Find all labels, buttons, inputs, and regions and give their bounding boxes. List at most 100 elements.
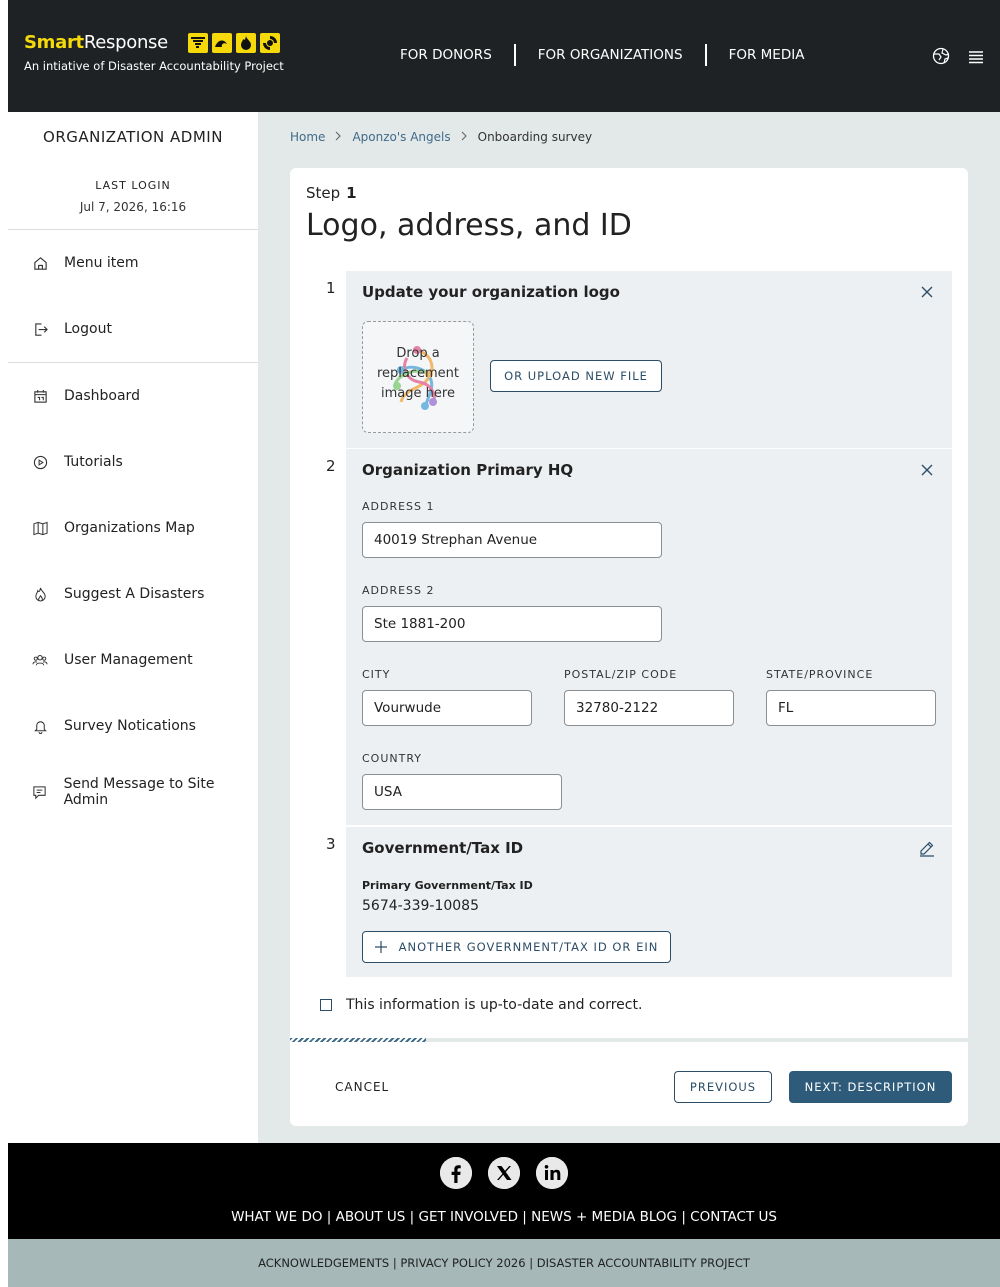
logout-icon <box>32 321 48 337</box>
hamburger-menu-icon[interactable] <box>968 49 984 68</box>
sidebar-item-label: Menu item <box>64 255 139 271</box>
footer-link-news-media-blog[interactable]: NEWS + MEDIA BLOG <box>531 1209 677 1225</box>
sidebar-item-label: Dashboard <box>64 388 140 404</box>
users-icon <box>32 652 48 668</box>
breadcrumb-organization[interactable]: Aponzo's Angels <box>352 130 450 144</box>
pencil-edit-icon[interactable] <box>918 839 936 857</box>
nav-for-media[interactable]: FOR MEDIA <box>729 47 805 63</box>
upload-file-button[interactable]: OR UPLOAD NEW FILE <box>490 360 662 392</box>
wave-icon <box>211 32 232 53</box>
last-login-label: LAST LOGIN <box>95 179 171 192</box>
sub-footer-link-dap[interactable]: DISASTER ACCOUNTABILITY PROJECT <box>537 1256 750 1270</box>
section-number: 2 <box>326 457 336 475</box>
primary-tax-id-label: Primary Government/Tax ID <box>362 879 533 892</box>
footer-link-about-us[interactable]: ABOUT US <box>336 1209 406 1225</box>
site-footer: WHAT WE DO | ABOUT US | GET INVOLVED | N… <box>8 1143 1000 1239</box>
section-tax-id: Government/Tax ID Primary Government/Tax… <box>346 827 952 977</box>
sidebar-item-organizations-map[interactable]: Organizations Map <box>8 495 258 561</box>
facebook-icon[interactable] <box>440 1157 472 1189</box>
logo-dropzone[interactable]: Drop a replacement image here <box>362 321 474 433</box>
brand-logo[interactable]: SmartResponse <box>24 32 168 53</box>
sidebar-item-dashboard[interactable]: Dashboard <box>8 363 258 429</box>
address1-label: ADDRESS 1 <box>362 500 435 513</box>
section-title: Update your organization logo <box>362 283 620 301</box>
nav-for-organizations[interactable]: FOR ORGANIZATIONS <box>538 47 683 63</box>
sidebar-item-label: Organizations Map <box>64 520 195 536</box>
sidebar-item-send-message[interactable]: Send Message to Site Admin <box>8 759 258 825</box>
tornado-icon <box>187 32 208 53</box>
sidebar-item-label: Tutorials <box>64 454 123 470</box>
header-actions <box>932 47 984 69</box>
sidebar-item-menu-item[interactable]: Menu item <box>8 230 258 296</box>
linkedin-icon[interactable] <box>536 1157 568 1189</box>
section-number: 3 <box>326 835 336 853</box>
state-label: STATE/PROVINCE <box>766 668 874 681</box>
fire-icon <box>32 586 48 602</box>
add-tax-id-button[interactable]: ANOTHER GOVERNMENT/TAX ID OR EIN <box>362 931 671 963</box>
sidebar-item-label: Send Message to Site Admin <box>63 776 215 808</box>
map-icon <box>32 520 48 536</box>
next-button[interactable]: NEXT: DESCRIPTION <box>789 1071 952 1103</box>
sidebar-item-survey-notications[interactable]: Survey Notications <box>8 693 258 759</box>
globe-icon[interactable] <box>932 47 950 69</box>
sidebar-item-label: Survey Notications <box>64 718 196 734</box>
chevron-right-icon <box>461 130 468 144</box>
section-logo: Update your organization logo Drop a rep… <box>346 271 952 448</box>
sidebar-item-tutorials[interactable]: Tutorials <box>8 429 258 495</box>
plus-icon <box>374 941 387 953</box>
sub-footer-link-acknowledgements[interactable]: ACKNOWLEDGEMENTS <box>258 1256 389 1270</box>
sidebar-title: ORGANIZATION ADMIN <box>43 128 223 146</box>
page-title: Logo, address, and ID <box>306 208 632 243</box>
section-primary-hq: Organization Primary HQ ADDRESS 1 40019 … <box>346 449 952 825</box>
hazard-icons <box>187 32 280 53</box>
address2-label: ADDRESS 2 <box>362 584 435 597</box>
x-icon[interactable] <box>488 1157 520 1189</box>
chevron-right-icon <box>335 130 342 144</box>
sidebar-item-label: User Management <box>64 652 193 668</box>
fire-icon <box>235 32 256 53</box>
country-field[interactable]: USA <box>362 774 562 810</box>
message-icon <box>32 784 48 800</box>
sidebar-item-suggest-disasters[interactable]: Suggest A Disasters <box>8 561 258 627</box>
city-field[interactable]: Vourwude <box>362 690 532 726</box>
breadcrumb-home[interactable]: Home <box>290 130 325 144</box>
storm-icon <box>259 32 280 53</box>
brand[interactable]: SmartResponse An intiative of Disaster A… <box>24 32 284 73</box>
section-title: Government/Tax ID <box>362 839 524 857</box>
address2-field[interactable]: Ste 1881-200 <box>362 606 662 642</box>
footer-link-what-we-do[interactable]: WHAT WE DO <box>231 1209 322 1225</box>
calendar-icon <box>32 388 48 404</box>
footer-link-contact-us[interactable]: CONTACT US <box>690 1209 777 1225</box>
previous-button[interactable]: PREVIOUS <box>674 1071 772 1103</box>
cancel-button[interactable]: CANCEL <box>335 1080 389 1094</box>
top-nav: FOR DONORS FOR ORGANIZATIONS FOR MEDIA <box>400 44 804 66</box>
zip-field[interactable]: 32780-2122 <box>564 690 734 726</box>
footer-link-get-involved[interactable]: GET INVOLVED <box>419 1209 518 1225</box>
nav-separator <box>513 44 516 66</box>
primary-tax-id-value: 5674-339-10085 <box>362 898 479 914</box>
nav-for-donors[interactable]: FOR DONORS <box>400 47 492 63</box>
close-icon[interactable] <box>920 284 934 298</box>
section-number: 1 <box>326 279 336 297</box>
admin-sidebar: ORGANIZATION ADMIN LAST LOGIN Jul 7, 202… <box>8 112 258 1143</box>
step-indicator: Step 1 <box>306 184 357 202</box>
close-icon[interactable] <box>920 462 934 476</box>
bell-icon <box>32 718 48 734</box>
progress-bar <box>290 1038 968 1042</box>
state-field[interactable]: FL <box>766 690 936 726</box>
sub-footer-link-privacy-policy[interactable]: PRIVACY POLICY 2026 <box>400 1256 525 1270</box>
confirm-label: This information is up-to-date and corre… <box>346 997 643 1013</box>
nav-separator <box>704 44 707 66</box>
home-icon <box>32 255 48 271</box>
confirm-checkbox-row[interactable]: This information is up-to-date and corre… <box>320 997 642 1013</box>
last-login-value: Jul 7, 2026, 16:16 <box>79 200 187 214</box>
address1-field[interactable]: 40019 Strephan Avenue <box>362 522 662 558</box>
sub-footer: ACKNOWLEDGEMENTS | PRIVACY POLICY 2026 |… <box>8 1239 1000 1287</box>
sidebar-item-logout[interactable]: Logout <box>8 296 258 362</box>
dropzone-text: Drop a replacement image here <box>376 346 460 401</box>
confirm-checkbox[interactable] <box>320 999 332 1011</box>
sidebar-item-user-management[interactable]: User Management <box>8 627 258 693</box>
play-icon <box>32 454 48 470</box>
sidebar-item-label: Logout <box>64 321 112 337</box>
main-content: Home Aponzo's Angels Onboarding survey S… <box>258 112 1000 1143</box>
